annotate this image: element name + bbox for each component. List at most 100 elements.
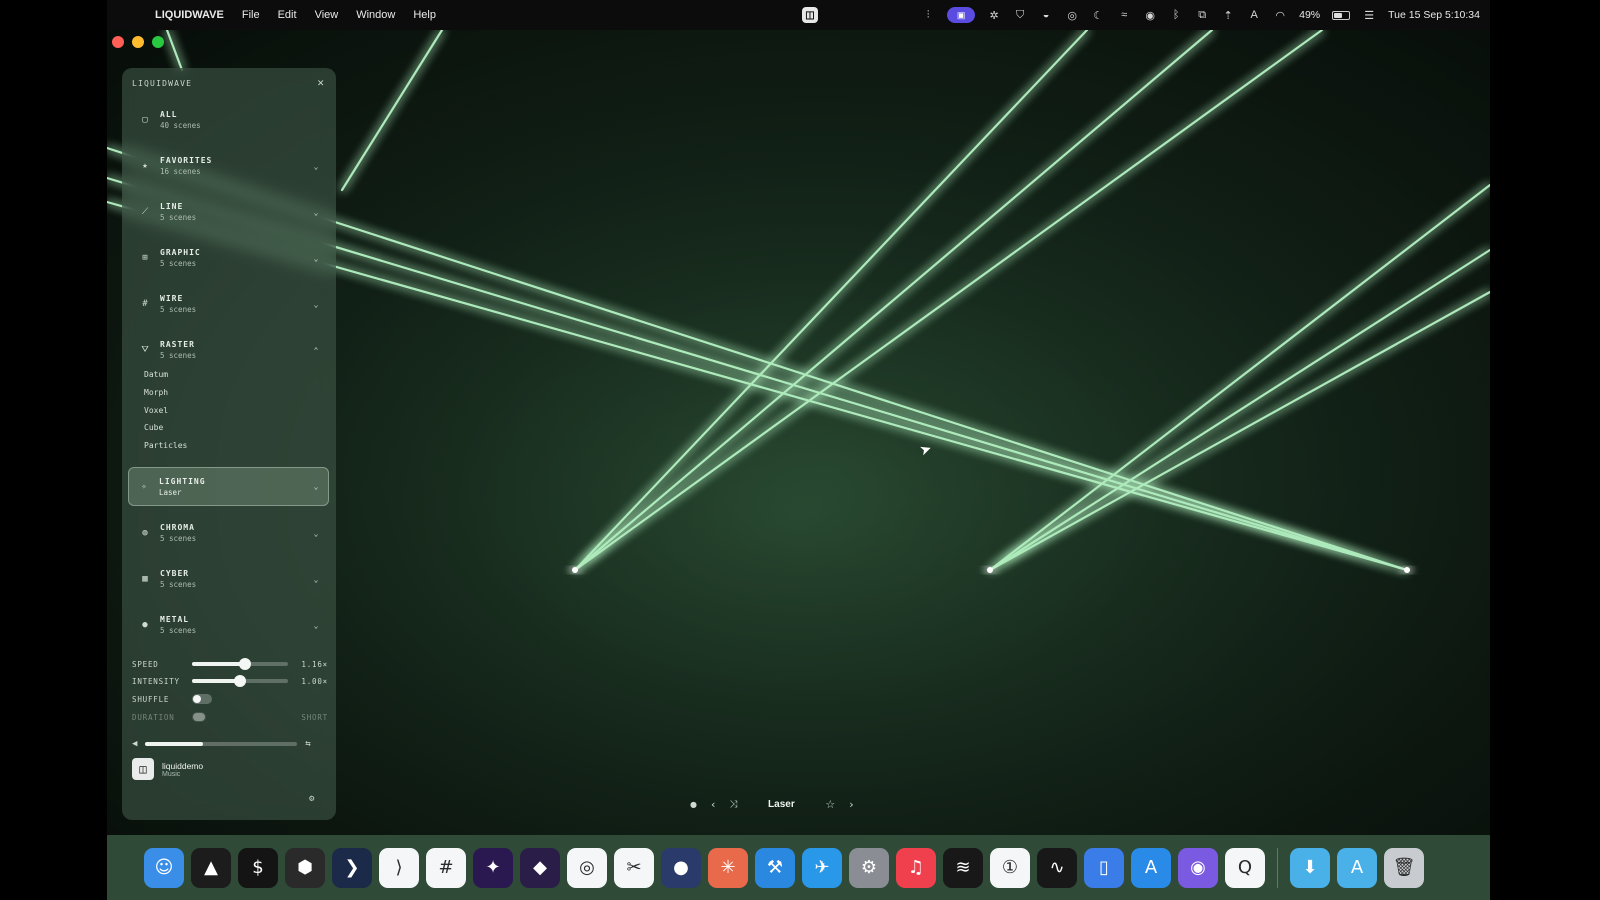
- category-label: RASTER: [160, 340, 195, 349]
- bluetooth-icon[interactable]: ᛒ: [1169, 8, 1183, 22]
- volume-slider[interactable]: [145, 742, 298, 746]
- speed-slider[interactable]: [192, 658, 288, 670]
- audio-meter-icon[interactable]: ⫶: [921, 8, 935, 22]
- screen-record-icon[interactable]: ▣: [947, 7, 976, 23]
- zoom-window-button[interactable]: [152, 36, 164, 48]
- category-wire[interactable]: # WIRE 5 scenes ⌄: [130, 285, 328, 323]
- obsidian-icon[interactable]: ◆: [520, 847, 560, 888]
- next-icon[interactable]: ›: [849, 798, 853, 811]
- dot-icon[interactable]: ●: [690, 800, 697, 809]
- category-chroma[interactable]: ◍ CHROMA 5 scenes ⌄: [130, 514, 328, 552]
- downloads-folder-icon[interactable]: ⬇: [1290, 847, 1330, 888]
- testflight-icon[interactable]: ✈: [802, 847, 842, 888]
- shuffle-toggle[interactable]: [192, 694, 212, 704]
- capcut-icon[interactable]: ✂: [614, 847, 654, 888]
- simulator-icon[interactable]: ▯: [1084, 847, 1124, 888]
- scene-item-particles[interactable]: Particles: [144, 441, 187, 450]
- app-store-icon[interactable]: A: [1131, 847, 1171, 888]
- settings-icon[interactable]: ⚙: [849, 847, 889, 888]
- category-line[interactable]: ⟋ LINE 5 scenes ⌄: [130, 193, 328, 231]
- slider-knob[interactable]: [238, 658, 251, 670]
- menu-help[interactable]: Help: [404, 9, 445, 21]
- display-icon[interactable]: ◒: [1039, 8, 1053, 22]
- category-all[interactable]: ▢ ALL 40 scenes: [130, 101, 328, 139]
- minimize-window-button[interactable]: [132, 36, 144, 48]
- wifi-icon[interactable]: ◠: [1273, 8, 1287, 22]
- text-input-icon[interactable]: A: [1247, 8, 1261, 22]
- favorite-star-icon[interactable]: ☆: [825, 798, 835, 811]
- duration-toggle[interactable]: [192, 712, 206, 722]
- chat-app-icon[interactable]: ●: [661, 847, 701, 888]
- category-raster[interactable]: ⛛ RASTER 5 scenes ⌃: [130, 331, 328, 369]
- category-count: 5 scenes: [160, 351, 197, 360]
- chroma-icon: ◍: [142, 528, 148, 538]
- snowflake-icon[interactable]: ✲: [987, 8, 1001, 22]
- metal-icon: ●: [142, 620, 148, 630]
- chevron-down-icon: ⌄: [313, 299, 319, 309]
- category-count: 5 scenes: [160, 580, 197, 589]
- activity-icon[interactable]: ∿: [1037, 847, 1077, 888]
- audio-route-icon[interactable]: ⇆: [305, 739, 310, 749]
- xcode-icon[interactable]: ⚒: [755, 847, 795, 888]
- window-icon[interactable]: ⧉: [1195, 8, 1209, 22]
- category-lighting[interactable]: ✧ LIGHTING Laser ⌄: [128, 467, 329, 506]
- menu-window[interactable]: Window: [347, 9, 404, 21]
- scene-item-voxel[interactable]: Voxel: [144, 406, 168, 415]
- gear-icon[interactable]: ⚙: [309, 794, 314, 804]
- shuffle-icon[interactable]: ⤨: [729, 799, 737, 810]
- moon-icon[interactable]: ☾: [1091, 8, 1105, 22]
- category-label: ALL: [160, 110, 178, 119]
- category-metal[interactable]: ● METAL 5 scenes ⌄: [130, 606, 328, 644]
- scene-sidebar: LIQUIDWAVE ✕ ▢ ALL 40 scenes ★ FAVORITES 1…: [122, 68, 336, 820]
- control-center-icon[interactable]: ☰: [1362, 8, 1376, 22]
- app-name-menu[interactable]: LIQUIDWAVE: [146, 9, 233, 21]
- focus-icon[interactable]: ⇡: [1221, 8, 1235, 22]
- slider-knob[interactable]: [234, 675, 246, 687]
- speed-value: 1.16×: [301, 659, 328, 669]
- category-label: WIRE: [160, 294, 184, 303]
- podcast-app-icon[interactable]: ◉: [1178, 847, 1218, 888]
- claude-icon[interactable]: ✳: [708, 847, 748, 888]
- apps-folder-icon[interactable]: A: [1337, 847, 1377, 888]
- record-icon[interactable]: ◎: [1065, 8, 1079, 22]
- 1password-icon[interactable]: ①: [990, 847, 1030, 888]
- menu-clock[interactable]: Tue 15 Sep 5:10:34: [1388, 9, 1480, 21]
- close-window-button[interactable]: [112, 36, 124, 48]
- app-status-icon[interactable]: ◫: [802, 7, 818, 23]
- now-playing[interactable]: ◫ liquiddemo Music: [132, 758, 203, 780]
- battery-icon[interactable]: [1332, 10, 1351, 20]
- chevron-down-icon: ⌄: [313, 253, 319, 263]
- category-count: 5 scenes: [160, 626, 197, 635]
- trash-icon[interactable]: 🗑: [1384, 847, 1424, 888]
- prompt-app-icon[interactable]: ❯: [332, 847, 372, 888]
- spotify-icon[interactable]: ≋: [943, 847, 983, 888]
- terminal-green-icon[interactable]: ▲: [191, 847, 231, 888]
- cube-app-icon[interactable]: ⬢: [285, 847, 325, 888]
- finder-icon[interactable]: ☺: [144, 847, 184, 888]
- vscode-icon[interactable]: ⟩: [379, 847, 419, 888]
- chrome-icon[interactable]: ◎: [567, 847, 607, 888]
- menu-file[interactable]: File: [233, 9, 269, 21]
- intensity-slider[interactable]: [192, 675, 288, 687]
- previous-icon[interactable]: ‹: [711, 798, 715, 811]
- scene-item-datum[interactable]: Datum: [144, 370, 168, 379]
- waveform-icon[interactable]: ≈: [1117, 8, 1131, 22]
- menu-view[interactable]: View: [306, 9, 348, 21]
- category-count: 5 scenes: [160, 259, 197, 268]
- category-favorites[interactable]: ★ FAVORITES 16 scenes ⌄: [130, 147, 328, 185]
- scene-item-cube[interactable]: Cube: [144, 423, 163, 432]
- scene-item-morph[interactable]: Morph: [144, 388, 168, 397]
- terminal-icon[interactable]: $: [238, 847, 278, 888]
- close-icon[interactable]: ✕: [317, 76, 324, 89]
- music-icon[interactable]: ♫: [896, 847, 936, 888]
- menu-edit[interactable]: Edit: [269, 9, 306, 21]
- qsync-icon[interactable]: Q: [1225, 847, 1265, 888]
- shield-icon[interactable]: ⛉: [1013, 8, 1027, 22]
- current-scene-label: Laser: [159, 487, 182, 497]
- apple-menu-icon[interactable]: [122, 8, 136, 22]
- category-cyber[interactable]: ▦ CYBER 5 scenes ⌄: [130, 560, 328, 598]
- slack-icon[interactable]: #: [426, 847, 466, 888]
- timer-icon[interactable]: ◉: [1143, 8, 1157, 22]
- ai-app-icon[interactable]: ✦: [473, 847, 513, 888]
- category-graphic[interactable]: ⊞ GRAPHIC 5 scenes ⌄: [130, 239, 328, 277]
